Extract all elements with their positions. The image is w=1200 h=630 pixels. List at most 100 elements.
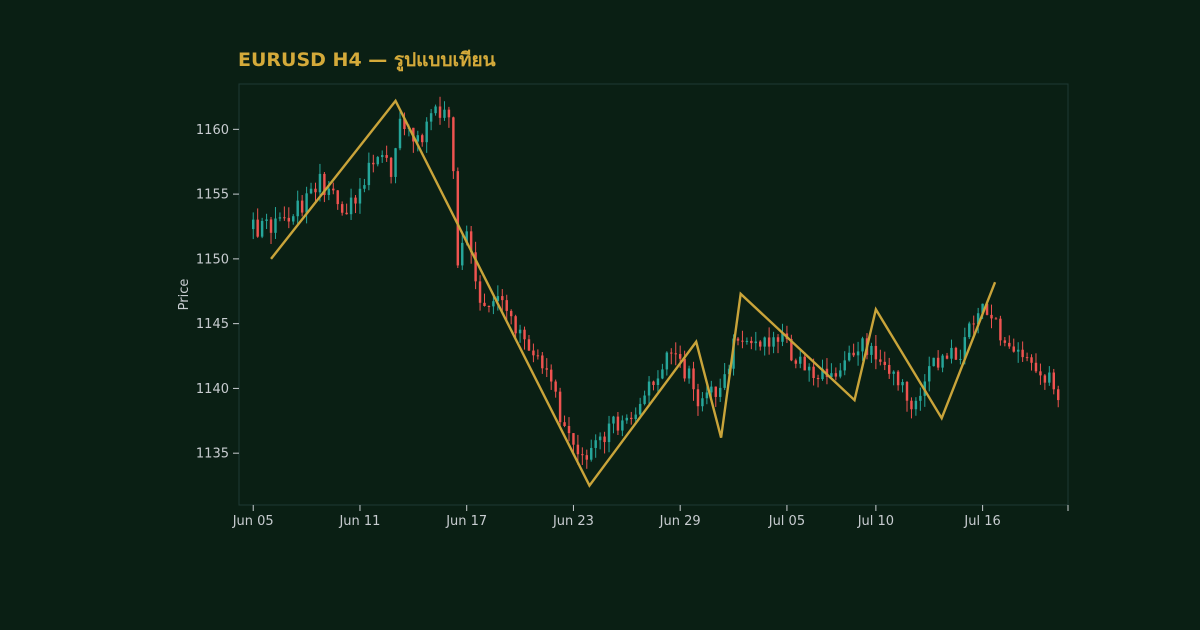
candle-body bbox=[514, 316, 517, 334]
candle bbox=[345, 203, 348, 215]
candle-body bbox=[718, 387, 722, 397]
candle-body bbox=[287, 217, 291, 222]
candle-body bbox=[754, 341, 758, 344]
candle bbox=[421, 133, 424, 147]
candle bbox=[563, 415, 566, 428]
candle bbox=[852, 343, 855, 358]
candle bbox=[830, 363, 833, 378]
candle-body bbox=[1025, 357, 1029, 359]
candle bbox=[532, 343, 535, 363]
candle bbox=[914, 397, 918, 416]
candle-body bbox=[549, 369, 553, 382]
candle bbox=[674, 342, 677, 366]
candle-body bbox=[883, 361, 886, 365]
candle bbox=[607, 415, 611, 453]
candle-body bbox=[603, 436, 606, 443]
candle bbox=[300, 195, 304, 217]
candle-body bbox=[576, 444, 580, 455]
candle bbox=[1030, 354, 1033, 371]
candle-body bbox=[372, 162, 375, 165]
y-tick-label: 1150 bbox=[196, 252, 229, 267]
candle-body bbox=[616, 416, 620, 431]
candle-body bbox=[581, 454, 584, 456]
candle-body bbox=[572, 433, 575, 445]
candle bbox=[1056, 385, 1060, 408]
candle-body bbox=[994, 318, 998, 320]
candle-body bbox=[647, 381, 651, 396]
candle-body bbox=[421, 135, 424, 143]
candle bbox=[643, 390, 646, 406]
candle-body bbox=[336, 190, 339, 205]
candle bbox=[968, 321, 971, 340]
candle-body bbox=[887, 364, 891, 374]
candle bbox=[278, 212, 282, 222]
candle-body bbox=[776, 337, 780, 342]
candle-body bbox=[536, 355, 540, 357]
candle-body bbox=[305, 193, 308, 213]
candle bbox=[816, 374, 820, 388]
candle-body bbox=[501, 296, 504, 301]
candle-body bbox=[999, 318, 1002, 341]
candle-body bbox=[545, 368, 548, 370]
candle bbox=[910, 397, 913, 419]
candle bbox=[603, 431, 606, 454]
x-tick-label: Jul 10 bbox=[857, 514, 894, 529]
candle-body bbox=[741, 340, 744, 342]
candle-body bbox=[594, 440, 597, 448]
candle-body bbox=[1034, 362, 1038, 372]
candle-body bbox=[772, 337, 775, 347]
candle-body bbox=[661, 369, 664, 379]
candle-body bbox=[309, 188, 313, 194]
candle-body bbox=[554, 381, 557, 392]
candle-body bbox=[483, 302, 486, 306]
candle-body bbox=[567, 426, 571, 434]
candle-body bbox=[670, 352, 673, 354]
candle-body bbox=[354, 197, 357, 204]
candle-body bbox=[959, 358, 962, 360]
candle bbox=[269, 216, 273, 244]
candle-body bbox=[523, 329, 526, 340]
candle-body bbox=[843, 360, 846, 371]
candle bbox=[723, 363, 726, 391]
candle bbox=[687, 365, 691, 384]
candle bbox=[874, 334, 878, 370]
candle-body bbox=[621, 420, 624, 431]
candle bbox=[670, 348, 673, 365]
candle bbox=[661, 363, 664, 380]
candle-body bbox=[723, 374, 726, 388]
candle bbox=[483, 293, 486, 307]
candle-body bbox=[283, 217, 286, 219]
x-tick-label: Jul 05 bbox=[768, 514, 805, 529]
candle bbox=[692, 361, 695, 401]
candle-body bbox=[656, 378, 660, 385]
candle-body bbox=[803, 356, 806, 371]
candle-body bbox=[852, 352, 855, 356]
candle-body bbox=[634, 414, 637, 420]
candle bbox=[585, 449, 589, 469]
candle bbox=[487, 305, 491, 313]
candle bbox=[905, 380, 909, 412]
candle-body bbox=[678, 354, 682, 359]
y-axis-label: Price bbox=[177, 279, 192, 311]
candle-body bbox=[429, 113, 433, 122]
candle bbox=[389, 156, 393, 184]
candle-body bbox=[759, 341, 762, 347]
candle-body bbox=[398, 118, 402, 149]
candle bbox=[616, 411, 620, 436]
candle bbox=[896, 370, 900, 391]
candle-body bbox=[870, 345, 873, 355]
candle bbox=[839, 363, 842, 379]
candle-body bbox=[349, 197, 353, 215]
candle-body bbox=[607, 423, 611, 443]
candle bbox=[652, 380, 655, 391]
candle bbox=[429, 108, 433, 131]
x-tick-label: Jun 23 bbox=[552, 514, 594, 529]
candle bbox=[825, 358, 829, 385]
candle-body bbox=[687, 368, 691, 379]
candle bbox=[372, 154, 375, 173]
candle-body bbox=[652, 381, 655, 385]
candle bbox=[336, 190, 339, 210]
candle-body bbox=[527, 339, 531, 351]
candle bbox=[745, 337, 749, 345]
candle bbox=[936, 350, 940, 371]
